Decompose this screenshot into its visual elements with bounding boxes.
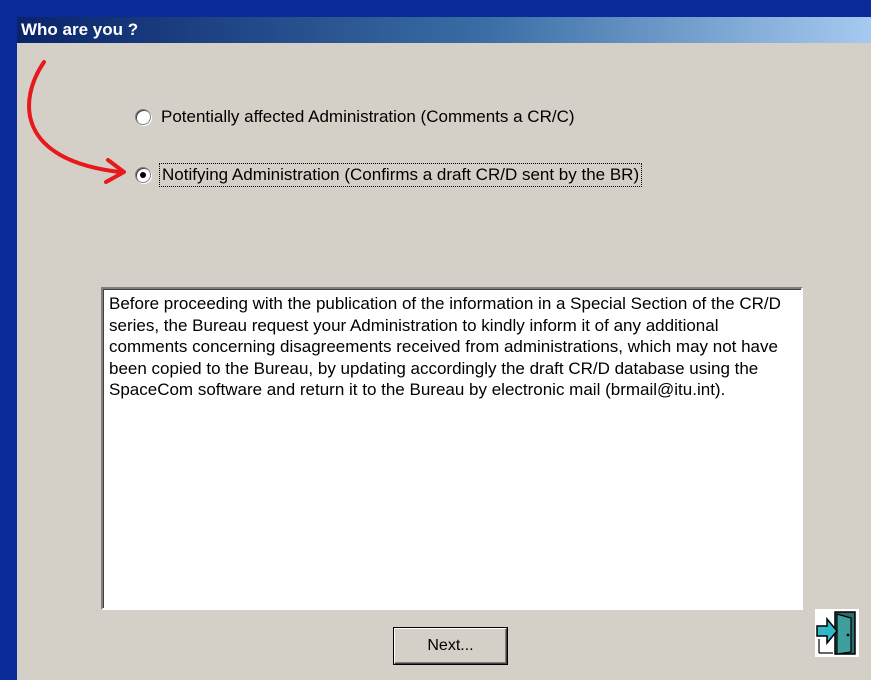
radio-label-notifying-administration: Notifying Administration (Confirms a dra… — [158, 163, 643, 187]
next-button[interactable]: Next... — [394, 628, 507, 664]
exit-door-icon-graphic — [815, 609, 859, 657]
slide-frame: Who are you ? Potentially affected Admin… — [0, 0, 871, 680]
radio-option-notifying-administration[interactable]: Notifying Administration (Confirms a dra… — [135, 163, 643, 187]
dialog-body: Potentially affected Administration (Com… — [17, 43, 871, 680]
radio-option-affected-administration[interactable]: Potentially affected Administration (Com… — [135, 105, 575, 129]
exit-door-icon[interactable] — [815, 609, 859, 657]
radio-button-unchecked[interactable] — [135, 109, 151, 125]
radio-label-affected-administration: Potentially affected Administration (Com… — [161, 107, 575, 126]
window-title: Who are you ? — [17, 17, 871, 43]
information-textbox[interactable]: Before proceeding with the publication o… — [101, 287, 803, 610]
radio-button-checked[interactable] — [135, 167, 151, 183]
